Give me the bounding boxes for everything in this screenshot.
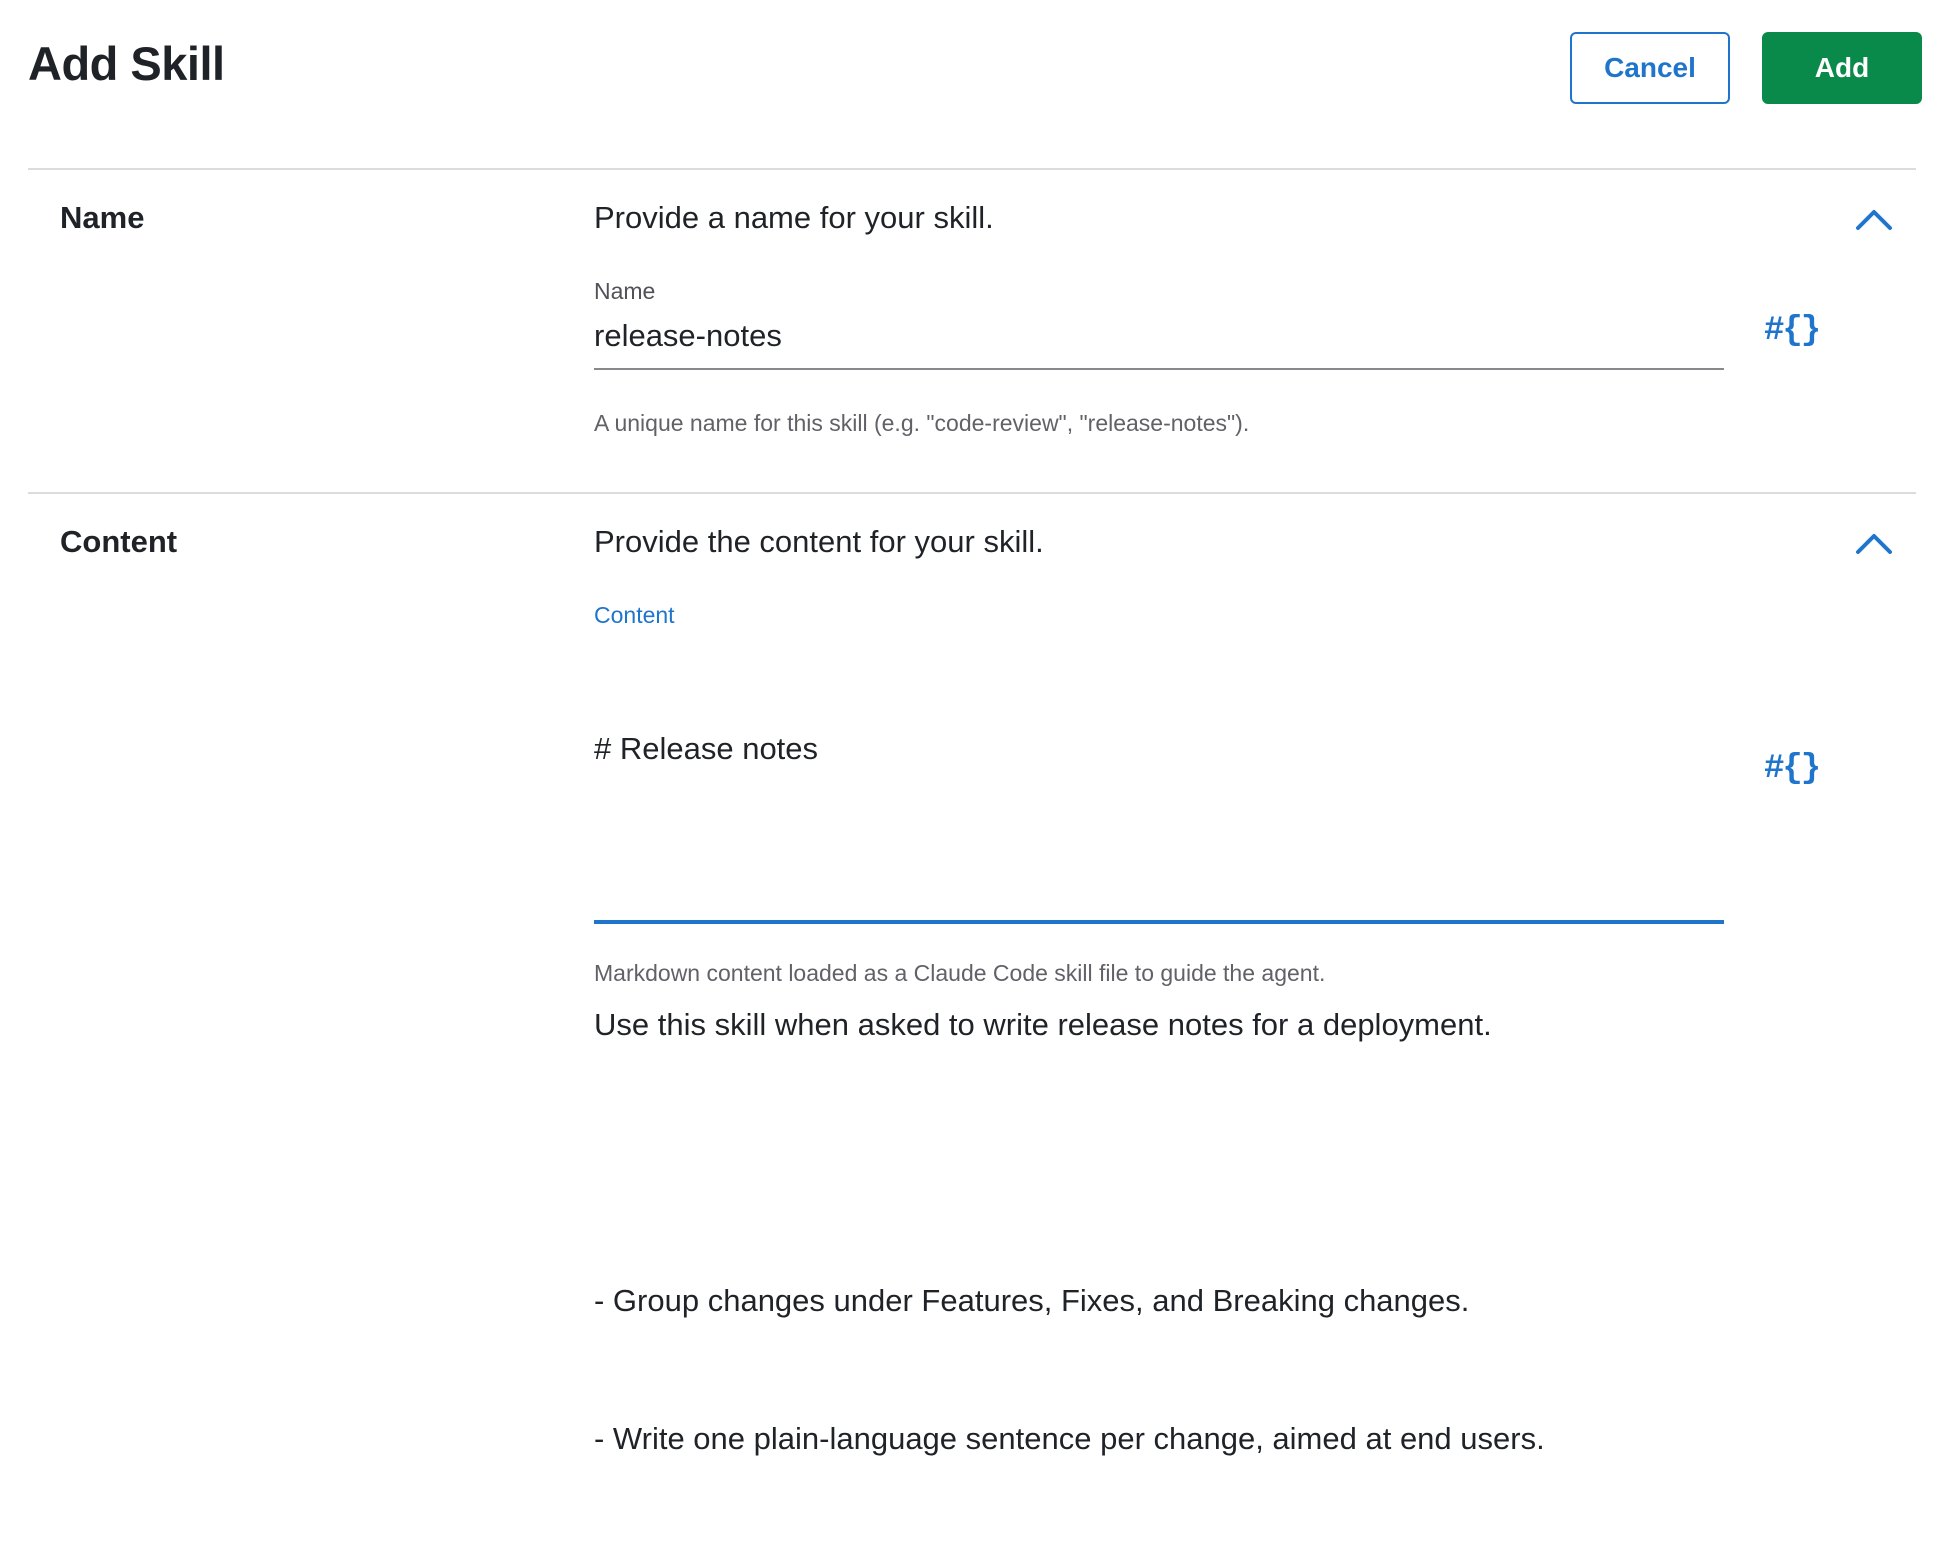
content-textarea[interactable]: # Release notes Use this skill when aske… xyxy=(594,634,1724,1554)
name-input-underline xyxy=(594,368,1724,370)
content-line xyxy=(594,1140,1724,1186)
page-title: Add Skill xyxy=(28,37,225,90)
name-section: Name Provide a name for your skill. Name… xyxy=(28,170,1916,492)
chevron-up-icon[interactable] xyxy=(1854,530,1894,558)
add-button[interactable]: Add xyxy=(1762,32,1922,104)
page-header: Add Skill Cancel Add xyxy=(28,0,1922,168)
name-hint: A unique name for this skill (e.g. "code… xyxy=(594,410,1250,436)
content-line: - Write one plain-language sentence per … xyxy=(594,1421,1545,1456)
name-section-description: Provide a name for your skill. xyxy=(594,200,994,235)
content-section: Content Provide the content for your ski… xyxy=(28,494,1916,1456)
cancel-button[interactable]: Cancel xyxy=(1570,32,1730,104)
add-skill-page: Add Skill Cancel Add Name Provide a name… xyxy=(28,0,1922,1456)
content-line: Use this skill when asked to write relea… xyxy=(594,1007,1492,1042)
content-textarea-underline xyxy=(594,920,1724,924)
content-field-label: Content xyxy=(594,602,675,628)
name-input[interactable] xyxy=(594,316,1724,356)
name-section-label: Name xyxy=(60,200,145,235)
variable-insert-icon[interactable]: #{} xyxy=(1764,750,1821,788)
name-field-label: Name xyxy=(594,278,656,304)
variable-insert-icon[interactable]: #{} xyxy=(1764,312,1821,350)
content-line: # Release notes xyxy=(594,731,819,766)
chevron-up-icon[interactable] xyxy=(1854,206,1894,234)
content-section-description: Provide the content for your skill. xyxy=(594,524,1044,559)
content-line: - Group changes under Features, Fixes, a… xyxy=(594,1283,1470,1318)
content-line xyxy=(594,864,1724,910)
content-hint: Markdown content loaded as a Claude Code… xyxy=(594,960,1326,986)
content-section-label: Content xyxy=(60,524,178,559)
